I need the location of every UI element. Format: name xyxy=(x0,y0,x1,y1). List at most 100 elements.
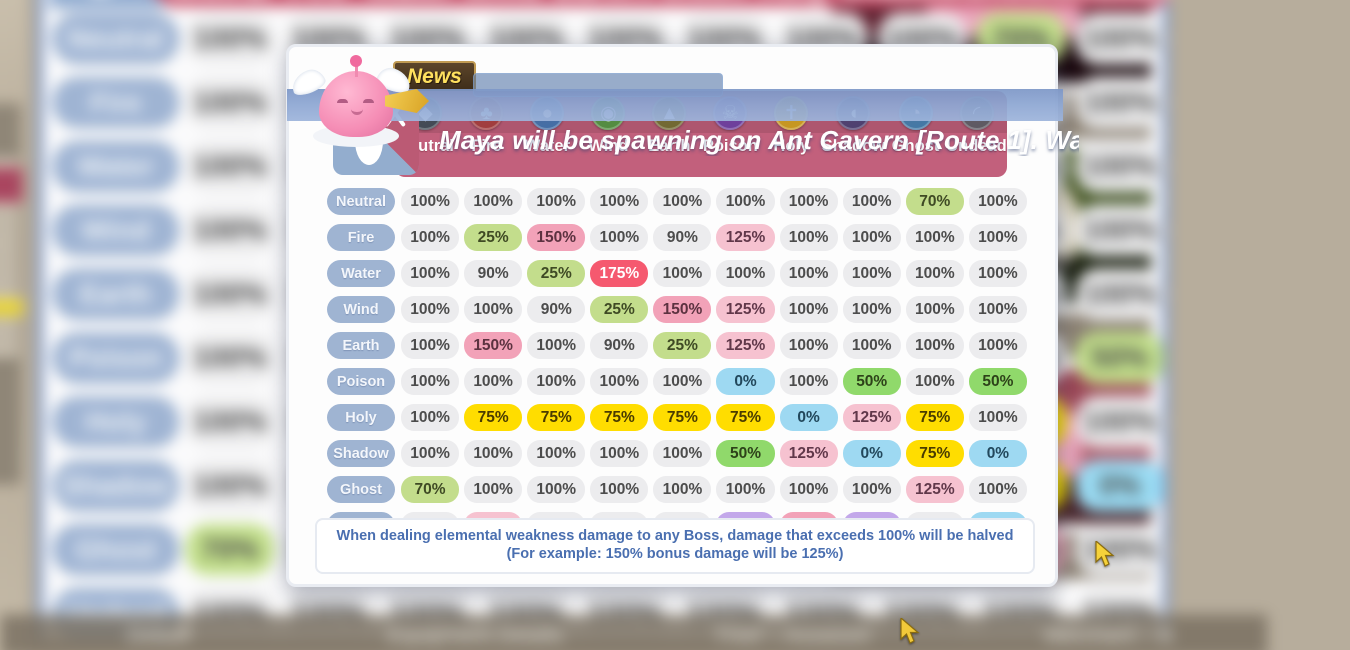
background-row-label: Shadow xyxy=(51,459,180,512)
column-label: Poison xyxy=(702,137,758,155)
background-row-label: Ghost xyxy=(51,523,180,576)
damage-cell: 75% xyxy=(905,404,964,431)
mouse-cursor-icon xyxy=(1095,541,1115,567)
mascot-antenna-tip xyxy=(350,55,362,67)
poison-element-icon: ☠ xyxy=(713,96,748,130)
damage-cell: 100% xyxy=(905,332,964,359)
background-row-labels: Neutral Fire Water Wind Earth Poison Holy Shado… xyxy=(51,12,180,650)
damage-cell: 100% xyxy=(968,260,1027,287)
damage-cell: 125% xyxy=(905,476,964,503)
boss-damage-note: When dealing elemental weakness damage t… xyxy=(315,517,1035,574)
background-thin-row xyxy=(0,316,19,329)
table-row: Wind 100% 100% 90% 25% 150% 125% 100% 100% 100% 10… xyxy=(327,295,1027,324)
background-corner-badge xyxy=(49,0,172,9)
table-row: Ghost 70% 100% 100% 100% 100% 100% 100% 100% 125%… xyxy=(327,475,1027,504)
water-element-icon: ● xyxy=(530,96,565,130)
damage-cell: 100% xyxy=(401,296,460,323)
background-thin-row xyxy=(0,244,19,256)
mouse-cursor-secondary-icon xyxy=(900,618,920,644)
damage-cell: 125% xyxy=(779,440,838,467)
row-label-water[interactable]: Water xyxy=(327,260,395,287)
damage-cell: 100% xyxy=(968,404,1027,431)
column-label: Undead xyxy=(946,137,1007,155)
ghost-element-icon: ◔ xyxy=(898,96,933,130)
table-header-cell-earth[interactable]: ▲ Earth xyxy=(639,91,700,177)
damage-cell: 100% xyxy=(905,368,964,395)
column-label: Fire xyxy=(471,137,502,155)
background-row-label: Wind xyxy=(51,204,180,256)
damage-cell: 100% xyxy=(653,188,712,215)
damage-cell: 100% xyxy=(401,188,460,215)
table-header-cell-water[interactable]: ● Water xyxy=(517,91,578,177)
background-thin-row xyxy=(0,273,19,285)
damage-cell: 100% xyxy=(779,188,838,215)
background-damage-cell: 100% xyxy=(1075,268,1165,320)
row-label-fire[interactable]: Fire xyxy=(327,224,395,251)
row-label-poison[interactable]: Poison xyxy=(327,368,395,395)
fire-element-icon: ♣ xyxy=(469,96,504,130)
background-bottom-tabs: Debuff Equipment Details Thief – Assassin M… xyxy=(0,614,1268,650)
column-label: Ghost xyxy=(891,137,940,155)
table-header: ◆ Neutral ♣ Fire ● Water ◉ Wind ▲ Earth ☠ Poison ✝ Ho… xyxy=(395,91,1007,177)
background-row-label: Holy xyxy=(51,396,180,448)
table-header-cell-ghost[interactable]: ◔ Ghost xyxy=(885,91,946,177)
damage-cell: 75% xyxy=(716,404,775,431)
row-label-holy[interactable]: Holy xyxy=(327,404,395,431)
row-label-ghost[interactable]: Ghost xyxy=(327,476,395,503)
damage-cell: 100% xyxy=(464,368,523,395)
damage-cell: 100% xyxy=(779,296,838,323)
table-header-cell-holy[interactable]: ✝ Holy xyxy=(761,91,822,177)
undead-element-icon: ◜ xyxy=(959,96,994,130)
elemental-damage-table-popup: News Maya will be spawning on Ant Cavern… xyxy=(286,44,1115,587)
damage-cell: 150% xyxy=(653,296,712,323)
table-row: Poison 100% 100% 100% 100% 100% 0% 100% 50% 100% 5… xyxy=(327,367,1027,396)
background-header-label: Undead xyxy=(1054,0,1170,5)
table-row: Water 100% 90% 25% 175% 100% 100% 100% 100% 100% 1… xyxy=(327,259,1027,288)
table-header-cell-fire[interactable]: ♣ Fire xyxy=(456,91,517,177)
damage-cell: 90% xyxy=(527,296,586,323)
table-body: Neutral 100% 100% 100% 100% 100% 100% 100% 100% 7… xyxy=(327,187,1027,547)
damage-cell: 100% xyxy=(590,476,649,503)
wind-element-icon: ◉ xyxy=(591,96,626,130)
background-damage-cell: 0% xyxy=(1075,459,1165,512)
table-header-cell-shadow[interactable]: ◖ Shadow xyxy=(822,91,885,177)
damage-cell: 100% xyxy=(905,224,964,251)
damage-cell: 100% xyxy=(401,368,460,395)
column-label: Wind xyxy=(588,137,629,155)
column-label: Shadow xyxy=(821,137,886,155)
damage-cell: 100% xyxy=(590,188,649,215)
background-damage-cell: 100% xyxy=(185,12,275,65)
earth-element-icon: ▲ xyxy=(652,96,687,130)
background-row-label: Neutral xyxy=(51,12,180,65)
background-thin-row xyxy=(0,215,19,228)
table-header-cell-undead[interactable]: ◜ Undead xyxy=(946,91,1007,177)
background-header-label: Shadow xyxy=(840,0,962,5)
background-header-label: Poison xyxy=(641,0,747,5)
background-damage-cell: 100% xyxy=(1075,396,1165,448)
background-yellow-band xyxy=(0,299,24,316)
background-damage-cell: 100% xyxy=(1075,204,1165,256)
damage-cell: 100% xyxy=(716,260,775,287)
background-thin-row xyxy=(0,230,19,242)
column-label: Earth xyxy=(648,137,691,155)
table-header-cell-wind[interactable]: ◉ Wind xyxy=(578,91,639,177)
damage-cell: 100% xyxy=(653,476,712,503)
row-label-shadow[interactable]: Shadow xyxy=(327,440,395,467)
row-label-earth[interactable]: Earth xyxy=(327,332,395,359)
damage-cell: 100% xyxy=(653,368,712,395)
background-thin-row xyxy=(0,201,19,213)
damage-cell: 100% xyxy=(464,188,523,215)
table-header-cell-poison[interactable]: ☠ Poison xyxy=(700,91,761,177)
damage-cell: 125% xyxy=(716,296,775,323)
background-header-label: Water xyxy=(364,0,457,5)
damage-cell: 100% xyxy=(968,296,1027,323)
row-label-neutral[interactable]: Neutral xyxy=(327,188,395,215)
damage-cell: 75% xyxy=(653,404,712,431)
row-label-wind[interactable]: Wind xyxy=(327,296,395,323)
damage-cell: 90% xyxy=(653,224,712,251)
damage-cell: 75% xyxy=(527,404,586,431)
damage-cell: 100% xyxy=(653,440,712,467)
damage-cell: 100% xyxy=(527,368,586,395)
background-thin-row xyxy=(0,287,19,300)
background-header-labels: NeutralFireWaterWindEarthPoisonHolyShado… xyxy=(161,0,1170,11)
